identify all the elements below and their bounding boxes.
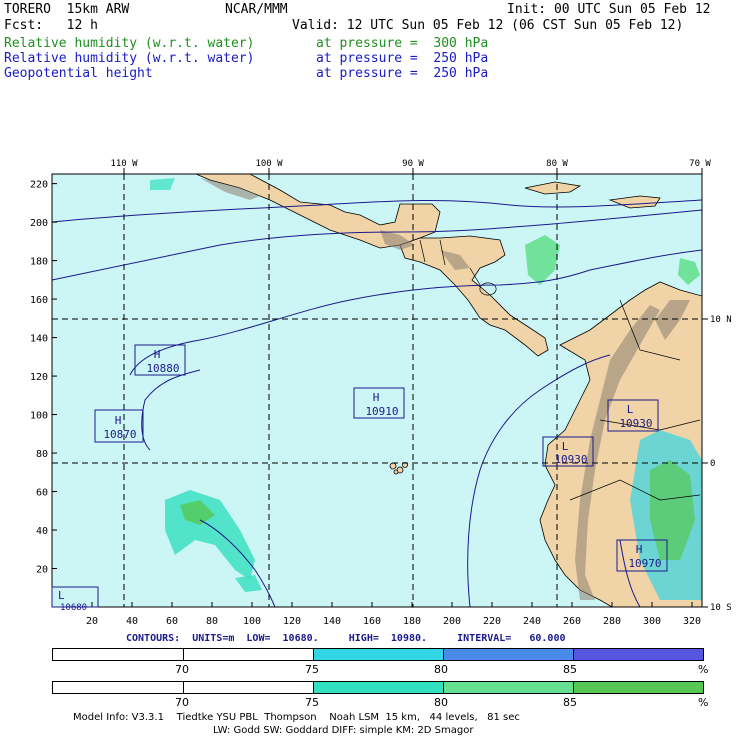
svg-text:10970: 10970	[628, 557, 661, 570]
x-axis-tick-label: 80	[206, 616, 218, 627]
x-axis-tick-label: 20	[86, 616, 98, 627]
y-axis-tick-label: 160	[30, 295, 48, 306]
x-axis-tick-label: 140	[323, 616, 341, 627]
center-name: NCAR/MMM	[225, 2, 288, 17]
svg-text:L: L	[562, 440, 569, 453]
y-axis-tick-label: 180	[30, 257, 48, 268]
colorbar-rh-300	[52, 681, 704, 694]
lon-label-110w: 110 W	[110, 159, 138, 169]
colorbar-segment	[53, 649, 184, 660]
x-axis-tick-label: 60	[166, 616, 178, 627]
x-axis-tick-label: 200	[443, 616, 461, 627]
contours-summary: CONTOURS: UNITS=m LOW= 10680. HIGH= 1098…	[126, 633, 566, 644]
x-axis-tick-label: 160	[363, 616, 381, 627]
x-axis-tick-label: 300	[643, 616, 661, 627]
lon-label-90w: 90 W	[402, 159, 424, 169]
colorbar-2-label-70: 70	[175, 696, 189, 709]
y-axis-tick-label: 200	[30, 218, 48, 229]
colorbar-1-label-80: 80	[434, 663, 448, 676]
lat-label-10s: 10 S	[710, 603, 732, 613]
lat-label-10n: 10 N	[710, 315, 732, 325]
colorbar-1-label-70: 70	[175, 663, 189, 676]
colorbar-1-label-75: 75	[305, 663, 319, 676]
lon-label-80w: 80 W	[546, 159, 568, 169]
svg-text:H: H	[154, 348, 161, 361]
weather-map: 110 W 100 W 90 W 80 W 70 W 10 N 0 10 S 2…	[30, 159, 732, 627]
y-axis-tick-label: 80	[36, 449, 48, 460]
colorbar-segment	[314, 682, 444, 693]
lon-label-70w: 70 W	[689, 159, 711, 169]
svg-text:L: L	[627, 403, 634, 416]
colorbar-segment	[574, 649, 703, 660]
galapagos-island	[389, 462, 397, 470]
y-axis-tick-label: 60	[36, 488, 48, 499]
y-axis-tick-label: 100	[30, 411, 48, 422]
svg-text:10910: 10910	[365, 405, 398, 418]
x-axis-tick-label: 280	[603, 616, 621, 627]
svg-text:10870: 10870	[103, 428, 136, 441]
colorbar-segment	[444, 649, 574, 660]
colorbar-2-label-75: 75	[305, 696, 319, 709]
svg-text:10880: 10880	[146, 362, 179, 375]
colorbar-1-label-85: 85	[563, 663, 577, 676]
colorbar-2-label-80: 80	[434, 696, 448, 709]
colorbar-1-label-unit: %	[698, 663, 709, 676]
y-axis-tick-label: 140	[30, 334, 48, 345]
colorbar-segment	[314, 649, 444, 660]
model-physics: LW: Godd SW: Goddard DIFF: simple KM: 2D…	[213, 725, 474, 736]
svg-text:H: H	[373, 391, 380, 404]
x-axis-tick-label: 240	[523, 616, 541, 627]
field-1-level: at pressure = 300 hPa	[316, 36, 489, 51]
field-1-name: Relative humidity (w.r.t. water)	[4, 36, 255, 51]
field-3-level: at pressure = 250 hPa	[316, 66, 489, 81]
svg-text:H: H	[636, 543, 643, 556]
colorbar-2-label-unit: %	[698, 696, 709, 709]
svg-text:10930: 10930	[619, 417, 652, 430]
field-2-name: Relative humidity (w.r.t. water)	[4, 51, 255, 66]
model-name: TORERO 15km ARW	[4, 2, 130, 17]
model-info: Model Info: V3.3.1 Tiedtke YSU PBL Thomp…	[73, 712, 520, 723]
field-3-name: Geopotential height	[4, 66, 153, 81]
svg-text:10930: 10930	[554, 453, 587, 466]
colorbar-2-label-85: 85	[563, 696, 577, 709]
colorbar-segment	[444, 682, 574, 693]
colorbar-rh-250	[52, 648, 704, 661]
x-axis-tick-label: 120	[283, 616, 301, 627]
lat-label-0: 0	[710, 459, 715, 469]
x-axis-tick-label: 220	[483, 616, 501, 627]
colorbar-segment	[574, 682, 703, 693]
svg-text:L: L	[58, 589, 65, 602]
y-axis-tick-label: 220	[30, 180, 48, 191]
y-axis-tick-label: 120	[30, 372, 48, 383]
x-axis-tick-label: 180	[403, 616, 421, 627]
svg-text:H: H	[115, 414, 122, 427]
x-axis-tick-label: 260	[563, 616, 581, 627]
colorbar-segment	[184, 649, 314, 660]
valid-time: Valid: 12 UTC Sun 05 Feb 12 (06 CST Sun …	[292, 18, 684, 33]
y-axis-tick-label: 40	[36, 526, 48, 537]
y-axis-tick-label: 20	[36, 565, 48, 576]
x-axis-tick-label: 40	[126, 616, 138, 627]
svg-text:10680: 10680	[60, 603, 87, 613]
x-axis-tick-label: 320	[683, 616, 701, 627]
lon-label-100w: 100 W	[255, 159, 283, 169]
forecast-hour: Fcst: 12 h	[4, 18, 98, 33]
field-2-level: at pressure = 250 hPa	[316, 51, 489, 66]
init-time: Init: 00 UTC Sun 05 Feb 12	[507, 2, 711, 17]
colorbar-segment	[53, 682, 184, 693]
x-axis-tick-label: 100	[243, 616, 261, 627]
colorbar-segment	[184, 682, 314, 693]
